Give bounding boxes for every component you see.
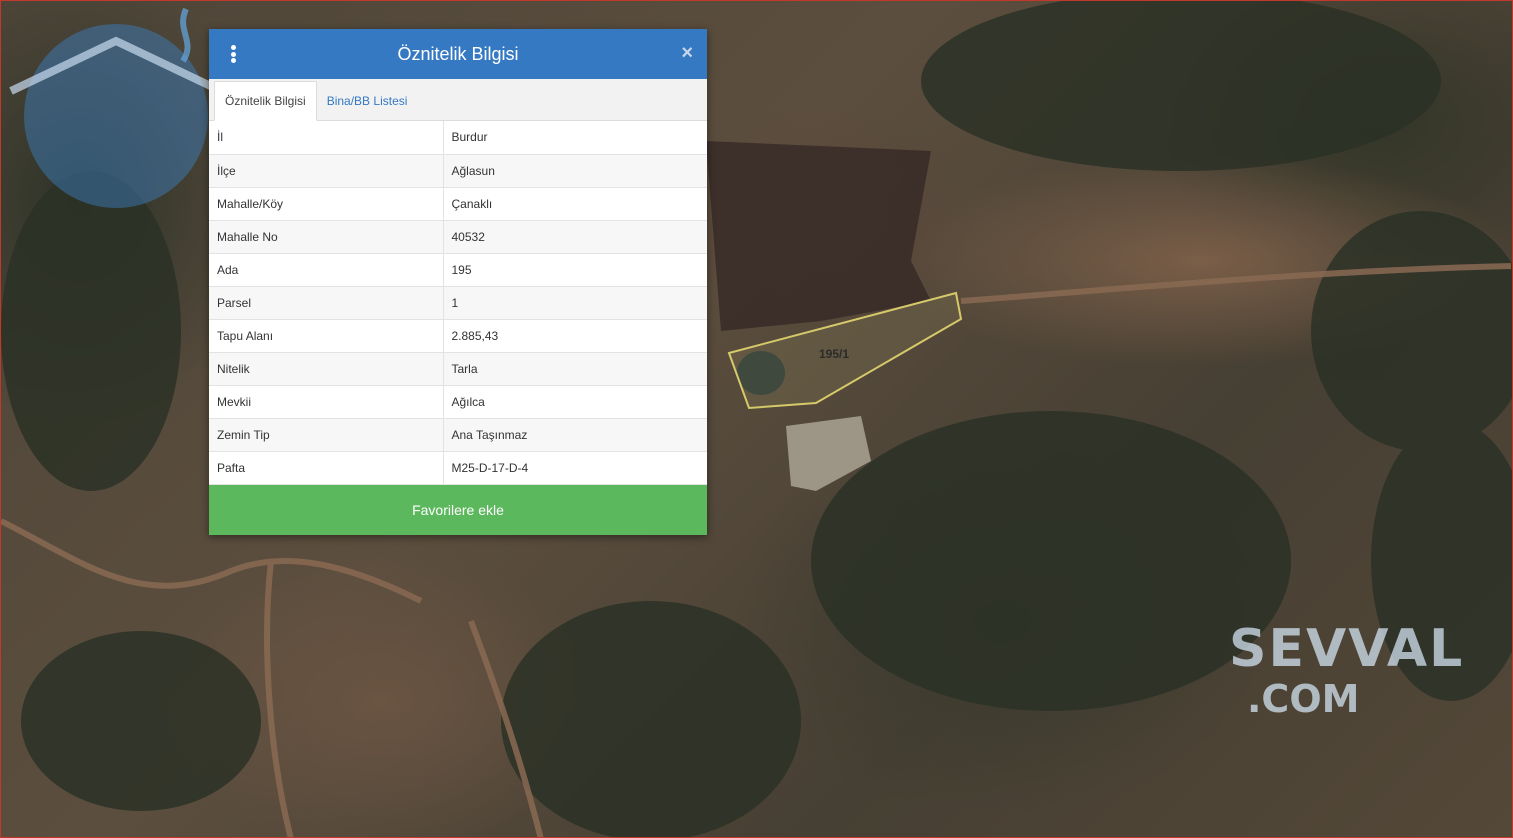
- attribute-value: Ana Taşınmaz: [443, 418, 707, 452]
- attribute-value: 2.885,43: [443, 319, 707, 353]
- panel-title: Öznitelik Bilgisi: [397, 43, 519, 64]
- panel-tabs: Öznitelik Bilgisi Bina/BB Listesi: [209, 79, 707, 121]
- watermark-domain: .COM: [1247, 677, 1360, 721]
- add-to-favorites-button[interactable]: Favorilere ekle: [209, 484, 707, 535]
- dirt-road: [264, 560, 294, 837]
- attribute-key: Mahalle/Köy: [209, 187, 444, 221]
- attribute-value: Burdur: [443, 121, 707, 155]
- attribute-value: 40532: [443, 220, 707, 254]
- table-row: Mahalle No 40532: [209, 220, 707, 254]
- table-row: Zemin Tip Ana Taşınmaz: [209, 418, 707, 452]
- table-row: Mevkii Ağılca: [209, 385, 707, 419]
- dark-field: [706, 141, 931, 331]
- attribute-key: Ada: [209, 253, 444, 287]
- panel-header: Öznitelik Bilgisi ×: [209, 29, 707, 79]
- tree-cluster: [921, 1, 1441, 171]
- attribute-key: Nitelik: [209, 352, 444, 386]
- attribute-panel: Öznitelik Bilgisi × Öznitelik Bilgisi Bi…: [209, 29, 707, 535]
- attribute-value: Çanaklı: [443, 187, 707, 221]
- attribute-key: İlçe: [209, 154, 444, 188]
- attribute-value: 195: [443, 253, 707, 287]
- table-row: İlçe Ağlasun: [209, 154, 707, 188]
- table-row: Mahalle/Köy Çanaklı: [209, 187, 707, 221]
- table-row: Pafta M25-D-17-D-4: [209, 451, 707, 485]
- attribute-key: Mevkii: [209, 385, 444, 419]
- tree-cluster: [1, 171, 181, 491]
- attribute-key: Parsel: [209, 286, 444, 320]
- table-row: Nitelik Tarla: [209, 352, 707, 386]
- attribute-value: M25-D-17-D-4: [443, 451, 707, 485]
- tree-cluster: [1311, 211, 1512, 451]
- attribute-value: Ağılca: [443, 385, 707, 419]
- attribute-table: İl Burdur İlçe Ağlasun Mahalle/Köy Çanaklı Mah…: [209, 121, 707, 485]
- tab-attribute-info[interactable]: Öznitelik Bilgisi: [214, 81, 317, 121]
- table-row: Parsel 1: [209, 286, 707, 320]
- close-icon[interactable]: ×: [681, 42, 693, 65]
- attribute-key: Pafta: [209, 451, 444, 485]
- table-row: Tapu Alanı 2.885,43: [209, 319, 707, 353]
- attribute-key: Tapu Alanı: [209, 319, 444, 353]
- parcel-label: 195/1: [819, 347, 850, 361]
- tree-cluster: [811, 411, 1291, 711]
- sevval-logo-icon: [9, 7, 223, 208]
- attribute-key: İl: [209, 121, 444, 155]
- attribute-key: Zemin Tip: [209, 418, 444, 452]
- kebab-menu-icon[interactable]: [227, 45, 239, 63]
- attribute-key: Mahalle No: [209, 220, 444, 254]
- attribute-value: 1: [443, 286, 707, 320]
- tree-cluster: [21, 631, 261, 811]
- table-row: İl Burdur: [209, 121, 707, 155]
- tab-building-list[interactable]: Bina/BB Listesi: [317, 82, 418, 120]
- table-row: Ada 195: [209, 253, 707, 287]
- attribute-value: Tarla: [443, 352, 707, 386]
- attribute-value: Ağlasun: [443, 154, 707, 188]
- watermark-brand: SEVVAL: [1229, 619, 1465, 679]
- tree-cluster: [501, 601, 801, 837]
